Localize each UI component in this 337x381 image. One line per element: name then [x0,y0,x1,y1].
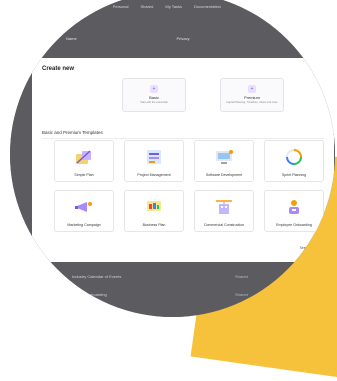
monitor-icon [216,150,233,164]
presentation-icon [147,201,161,211]
template-tile-software-development[interactable]: Software Development [194,140,254,182]
basic-description: Start with the essentials [140,101,168,104]
nav-item-shared[interactable]: Shared [140,4,153,9]
close-icon[interactable]: × [322,64,326,71]
template-label: Simple Plan [74,173,94,177]
column-header-privacy: Privacy [176,36,190,41]
template-label: Sprint Planning [281,173,307,177]
premium-description: Capital Planning, Timelines, Views and m… [226,101,278,104]
row-status: Shared [235,291,248,297]
template-tile-commercial-construction[interactable]: Commercial Construction [194,190,254,232]
template-label: Marketing Campaign [67,223,101,227]
row-meta: Sep 2025 [297,291,315,297]
pencil-note-icon [76,150,91,164]
template-label: Business Plan [142,223,166,227]
premium-option-card[interactable]: + Premium Capital Planning, Timelines, V… [220,78,284,112]
template-label: Project Management [137,173,171,177]
row-status: Shared [235,273,248,279]
template-label: Commercial Construction [203,223,245,227]
column-header-last-accessed: Last accessed [289,36,315,41]
template-tile-simple-plan[interactable]: Simple Plan [54,140,114,182]
nav-item-boards[interactable]: Boards [88,4,101,9]
basic-title: Basic [149,95,159,100]
column-header-name: Name [66,36,77,41]
template-label: Software Development [205,173,243,177]
background-table-rows: Industry Calendar of Events Shared Sep 2… [72,267,315,303]
template-tile-sprint-planning[interactable]: Sprint Planning [264,140,324,182]
avatar[interactable] [70,1,82,13]
circle-viewport: Boards Personal Shared My Tasks Document… [10,0,335,317]
table-row[interactable]: Vendor Onboarding Shared Sep 2025 [72,285,315,303]
basic-icon: + [150,85,158,93]
nav-item-documentation[interactable]: Documentation [194,4,221,9]
row-name: Vendor Onboarding [72,291,107,297]
background-table-header: Name Privacy Last accessed [66,36,315,41]
template-label: Employee Onboarding [276,223,312,227]
crane-building-icon [216,200,232,214]
row-name: Industry Calendar of Events [72,273,122,279]
nav-item-personal[interactable]: Personal [113,4,129,9]
template-tile-marketing-campaign[interactable]: Marketing Campaign [54,190,114,232]
premium-icon: + [248,85,256,93]
create-new-modal: Create new × + Basic Start with the esse… [32,58,334,262]
modal-title: Create new [42,66,75,72]
template-tile-project-management[interactable]: Project Management [124,140,184,182]
basic-option-card[interactable]: + Basic Start with the essentials [122,78,186,112]
section-divider [42,138,324,139]
template-tile-business-plan[interactable]: Business Plan [124,190,184,232]
row-meta: Sep 2025 [297,273,315,279]
templates-section-label: Basic and Premium Templates [42,130,103,135]
table-row[interactable]: Industry Calendar of Events Shared Sep 2… [72,267,315,285]
megaphone-icon [75,202,92,212]
person-badge-icon [289,200,299,214]
template-tile-employee-onboarding[interactable]: Employee Onboarding [264,190,324,232]
see-all-templates-link[interactable]: See all template [300,246,324,250]
nav-item-my-tasks[interactable]: My Tasks [165,4,182,9]
checklist-icon [147,150,161,164]
top-navigation: Boards Personal Shared My Tasks Document… [88,4,221,9]
progress-ring-icon [286,149,302,165]
premium-title: Premium [243,95,260,100]
